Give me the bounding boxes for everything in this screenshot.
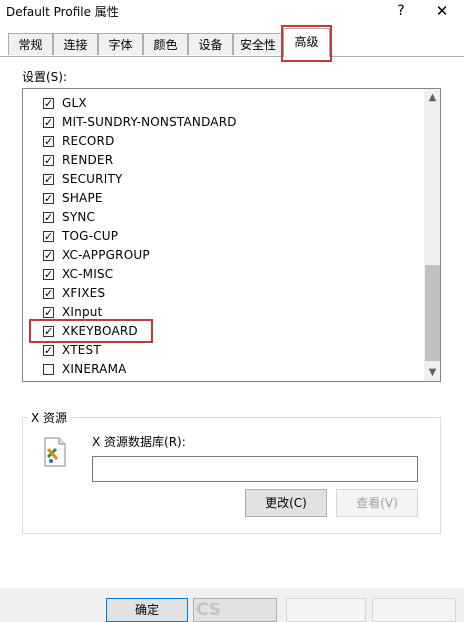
list-item-label: TOG-CUP (62, 229, 119, 243)
title-bar: Default Profile 属性 ? ✕ (0, 0, 464, 24)
list-item-label: SECURITY (62, 172, 123, 186)
checkbox[interactable]: ✓ (43, 345, 54, 356)
cancel-button[interactable]: CS (193, 598, 277, 622)
checkbox[interactable]: ✓ (43, 212, 54, 223)
window-title: Default Profile 属性 (6, 5, 119, 19)
list-item-label: SHAPE (62, 191, 103, 205)
view-button[interactable]: 查看(V) (336, 489, 418, 517)
list-item-label: XTEST (62, 343, 101, 357)
checkbox[interactable]: ✓ (43, 307, 54, 318)
tab-general[interactable]: 常规 (8, 33, 53, 55)
settings-label: 设置(S): (22, 70, 68, 84)
list-item-label: XINERAMA (62, 362, 127, 376)
checkbox[interactable]: ✓ (43, 174, 54, 185)
checkbox[interactable]: ✓ (43, 269, 54, 280)
list-item-label: RENDER (62, 153, 114, 167)
scroll-thumb[interactable] (425, 265, 440, 361)
checkbox[interactable]: ✓ (43, 155, 54, 166)
checkbox[interactable]: ✓ (43, 117, 54, 128)
list-item-label: XC-MISC (62, 267, 114, 281)
tab-font[interactable]: 字体 (98, 33, 143, 55)
checkbox[interactable]: ✓ (43, 250, 54, 261)
vertical-scrollbar[interactable]: ▲ ▼ (424, 89, 440, 381)
change-button[interactable]: 更改(C) (245, 489, 327, 517)
resource-db-input[interactable] (92, 456, 418, 482)
list-item-label: XFIXES (62, 286, 106, 300)
list-item-label: XC-APPGROUP (62, 248, 150, 262)
scroll-up-arrow-icon[interactable]: ▲ (424, 89, 440, 106)
help-button[interactable] (372, 598, 456, 622)
close-icon[interactable]: ✕ (424, 0, 460, 22)
list-item-label: XInput (62, 305, 103, 319)
checkbox[interactable]: ✓ (43, 231, 54, 242)
list-item-label: MIT-SUNDRY-NONSTANDARD (62, 115, 237, 129)
tab-highlight-box (281, 25, 332, 62)
apply-button[interactable] (286, 598, 366, 622)
tab-device[interactable]: 设备 (188, 33, 233, 55)
tab-connection[interactable]: 连接 (53, 33, 98, 55)
group-title: X 资源 (28, 409, 71, 426)
checkbox[interactable]: ✓ (43, 98, 54, 109)
tab-strip: 常规 连接 字体 颜色 设备 安全性 高级 (0, 28, 464, 58)
list-item-label: GLX (62, 96, 87, 110)
tab-color[interactable]: 颜色 (143, 33, 188, 55)
checkbox[interactable]: ✓ (43, 136, 54, 147)
resource-db-label: X 资源数据库(R): (92, 435, 186, 449)
checkbox[interactable] (43, 364, 54, 375)
list-item-label: RECORD (62, 134, 115, 148)
scroll-down-arrow-icon[interactable]: ▼ (424, 364, 440, 381)
help-icon[interactable]: ? (384, 0, 418, 22)
checkbox[interactable]: ✓ (43, 193, 54, 204)
checkbox[interactable]: ✓ (43, 288, 54, 299)
item-highlight-box (29, 319, 153, 343)
ok-button[interactable]: 确定 (106, 598, 188, 622)
list-item-label: SYNC (62, 210, 96, 224)
tab-security[interactable]: 安全性 (233, 33, 283, 55)
resource-file-icon (42, 437, 68, 467)
